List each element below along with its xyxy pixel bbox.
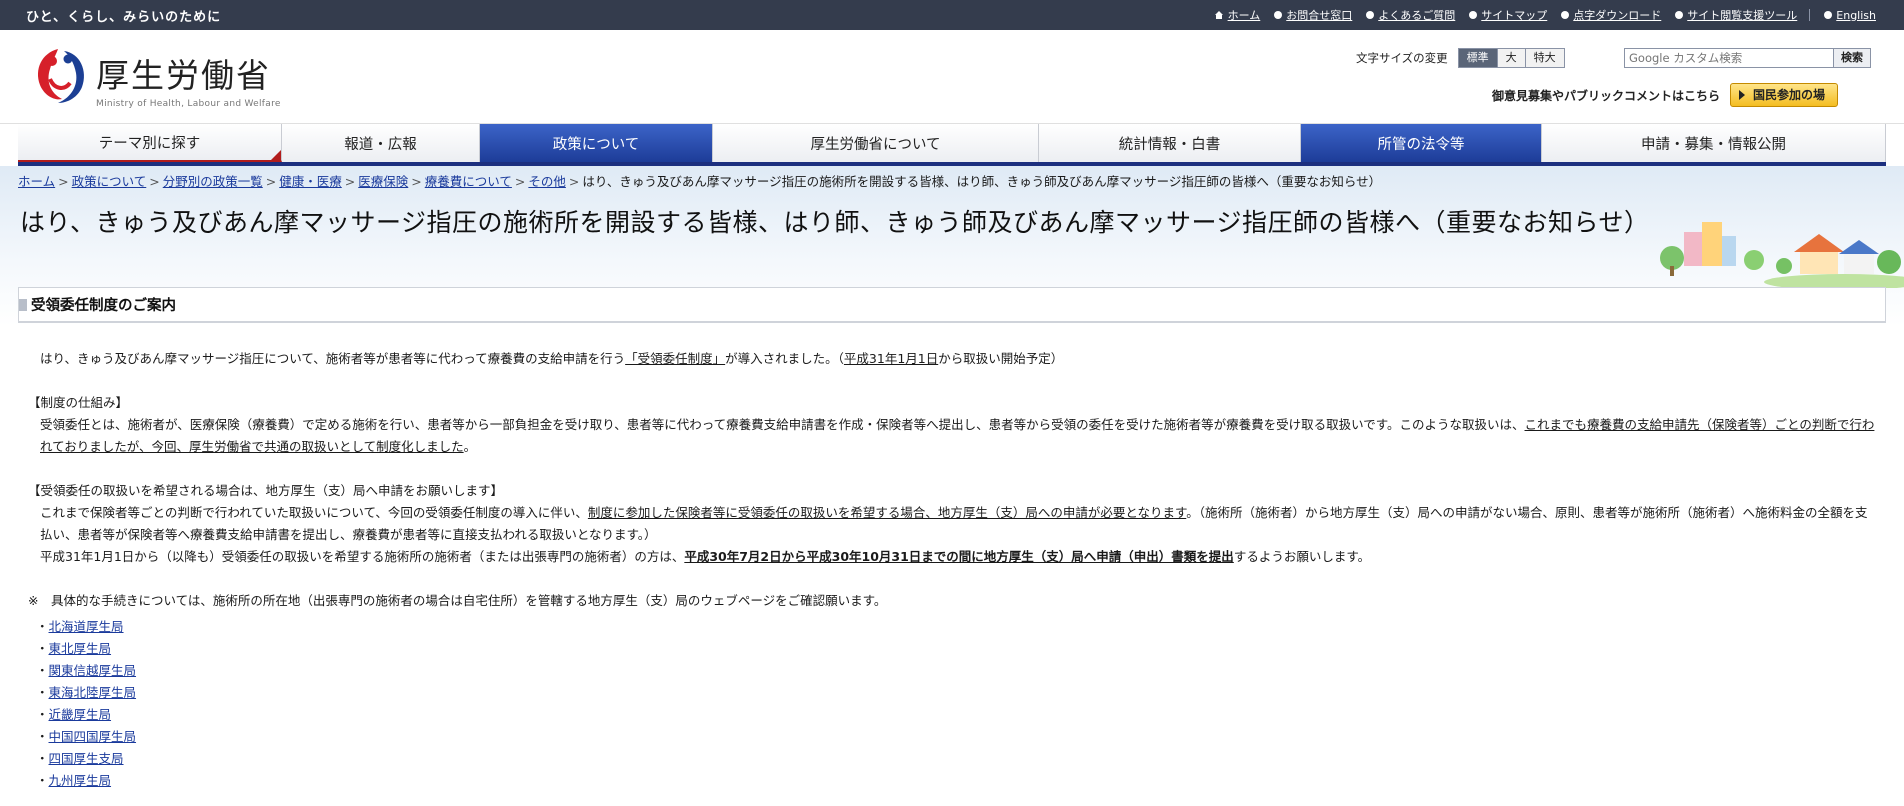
public-comment-text: 御意見募集やパブリックコメントはこちら	[1492, 88, 1721, 103]
nav-item-statistics[interactable]: 統計情報・白書	[1039, 124, 1301, 162]
nav-item-theme[interactable]: テーマ別に探す	[18, 124, 282, 162]
font-size-label: 文字サイズの変更	[1356, 51, 1448, 65]
juryo-inin-link[interactable]: 「受領委任制度」	[625, 351, 725, 366]
nav-item-policy[interactable]: 政策について	[480, 124, 713, 162]
arrow-right-icon	[1739, 90, 1746, 100]
section-heading: 受領委任制度のご案内	[18, 287, 1886, 323]
logo-title: 厚生労働省	[96, 56, 271, 95]
bureau-link-tohoku[interactable]: 東北厚生局	[49, 641, 112, 656]
bureau-link-tokai[interactable]: 東海北陸厚生局	[49, 685, 137, 700]
breadcrumb-other[interactable]: その他	[528, 174, 566, 189]
font-size-xlarge-button[interactable]: 特大	[1524, 49, 1564, 67]
breadcrumb-ryouyouhi[interactable]: 療養費について	[425, 174, 512, 189]
start-date: 平成31年1月1日	[843, 351, 939, 366]
circle-icon	[1366, 11, 1375, 19]
note-paragraph: ※ 具体的な手続きについては、施術所の所在地（出張専門の施術者の場合は自宅住所）…	[28, 593, 887, 608]
nav-item-about[interactable]: 厚生労働省について	[713, 124, 1039, 162]
circle-icon	[1675, 11, 1684, 19]
list-item: ・東海北陸厚生局	[36, 685, 137, 700]
section-title: 受領委任制度のご案内	[31, 298, 176, 314]
nav-item-press[interactable]: 報道・広報	[282, 124, 480, 162]
list-item: ・中国四国厚生局	[36, 729, 137, 744]
font-size-switcher: 文字サイズの変更 標準 大 特大	[1356, 48, 1565, 68]
town-illustration-icon	[1660, 222, 1904, 288]
page-title: はり、きゅう及びあん摩マッサージ指圧の施術所を開設する皆様、はり師、きゅう師及び…	[20, 208, 1650, 237]
list-item: ・関東信越厚生局	[36, 663, 137, 678]
mhlw-logo-icon	[38, 49, 84, 103]
logo-subtitle: Ministry of Health, Labour and Welfare	[96, 99, 281, 109]
bureau-link-kyushu[interactable]: 九州厚生局	[49, 773, 112, 788]
deadline-paragraph: 平成31年1月1日から（以降も）受領委任の取扱いを希望する施術所の施術者（または…	[40, 549, 1371, 564]
bureau-link-hokkaido[interactable]: 北海道厚生局	[49, 619, 124, 634]
public-participation: 御意見募集やパブリックコメントはこちら 国民参加の場	[1492, 83, 1839, 107]
util-link-faq[interactable]: よくあるご質問	[1366, 7, 1455, 23]
utility-links: ホーム お問合せ窓口 よくあるご質問 サイトマップ 点字ダウンロード サイト閲覧…	[1200, 7, 1876, 23]
nav-item-laws[interactable]: 所管の法令等	[1301, 124, 1542, 162]
circle-icon	[1824, 11, 1833, 19]
util-link-english[interactable]: English	[1824, 9, 1876, 22]
top-utility-bar: ひと、くらし、みらいのために ホーム お問合せ窓口 よくあるご質問 サイトマップ…	[0, 0, 1904, 30]
nav-item-applications[interactable]: 申請・募集・情報公開	[1542, 124, 1886, 162]
breadcrumb-policy[interactable]: 政策について	[72, 174, 147, 189]
application-paragraph: これまで保険者等ごとの判断で行われていた取扱いについて、今回の受領委任制度の導入…	[40, 505, 1868, 542]
list-item: ・四国厚生支局	[36, 751, 124, 766]
font-size-large-button[interactable]: 大	[1496, 49, 1525, 67]
breadcrumb-home[interactable]: ホーム	[18, 174, 55, 189]
corner-marker-icon	[271, 150, 281, 160]
list-item: ・九州厚生局	[36, 773, 112, 788]
site-search: 検索	[1624, 48, 1871, 68]
application-heading: 【受領委任の取扱いを希望される場合は、地方厚生（支）局へ申請をお願いします】	[28, 483, 504, 498]
util-link-accessibility[interactable]: サイト閲覧支援ツール	[1675, 7, 1797, 23]
breadcrumb-insurance[interactable]: 医療保険	[358, 174, 408, 189]
circle-icon	[1274, 11, 1283, 19]
public-participation-button[interactable]: 国民参加の場	[1730, 83, 1839, 107]
site-header: 厚生労働省 Ministry of Health, Labour and Wel…	[0, 30, 1904, 124]
site-tagline: ひと、くらし、みらいのために	[26, 9, 222, 25]
util-link-braille[interactable]: 点字ダウンロード	[1561, 7, 1661, 23]
util-link-contact[interactable]: お問合せ窓口	[1274, 7, 1352, 23]
main-content: はり、きゅう及びあん摩マッサージ指圧について、施術者等が患者等に代わって療養費の…	[28, 348, 1878, 792]
util-link-sitemap[interactable]: サイトマップ	[1469, 7, 1547, 23]
list-item: ・東北厚生局	[36, 641, 112, 656]
list-item: ・北海道厚生局	[36, 619, 124, 634]
circle-icon	[1469, 11, 1478, 19]
bureau-links: ・北海道厚生局 ・東北厚生局 ・関東信越厚生局 ・東海北陸厚生局 ・近畿厚生局 …	[28, 616, 1878, 792]
bureau-link-chugoku-shikoku[interactable]: 中国四国厚生局	[49, 729, 137, 744]
divider	[1809, 9, 1811, 21]
logo-text: 厚生労働省 Ministry of Health, Labour and Wel…	[96, 49, 281, 109]
bureau-link-kinki[interactable]: 近畿厚生局	[49, 707, 112, 722]
heading-marker-icon	[19, 298, 27, 311]
util-link-home[interactable]: ホーム	[1214, 7, 1260, 23]
mechanism-paragraph: 受領委任とは、施術者が、医療保険（療養費）で定める施術を行い、患者等から一部負担…	[40, 417, 1875, 454]
font-size-standard-button[interactable]: 標準	[1458, 49, 1497, 67]
search-input[interactable]	[1624, 48, 1834, 68]
list-item: ・近畿厚生局	[36, 707, 112, 722]
breadcrumb-current: はり、きゅう及びあん摩マッサージ指圧の施術所を開設する皆様、はり師、きゅう師及び…	[582, 174, 1382, 189]
search-button[interactable]: 検索	[1834, 48, 1871, 68]
site-logo[interactable]: 厚生労働省 Ministry of Health, Labour and Wel…	[28, 43, 281, 109]
home-icon	[1214, 11, 1223, 19]
bureau-link-shikoku[interactable]: 四国厚生支局	[49, 751, 124, 766]
circle-icon	[1561, 11, 1570, 19]
intro-paragraph: はり、きゅう及びあん摩マッサージ指圧について、施術者等が患者等に代わって療養費の…	[40, 351, 1064, 366]
global-nav: テーマ別に探す 報道・広報 政策について 厚生労働省について 統計情報・白書 所…	[18, 124, 1886, 166]
mechanism-heading: 【制度の仕組み】	[28, 395, 129, 410]
bureau-link-kanto[interactable]: 関東信越厚生局	[49, 663, 137, 678]
font-size-buttons: 標準 大 特大	[1457, 48, 1565, 68]
breadcrumb: ホーム > 政策について > 分野別の政策一覧 > 健康・医療 > 医療保険 > 療養費について > そ…	[18, 174, 1382, 189]
breadcrumb-health[interactable]: 健康・医療	[279, 174, 342, 189]
breadcrumb-policy-list[interactable]: 分野別の政策一覧	[163, 174, 263, 189]
